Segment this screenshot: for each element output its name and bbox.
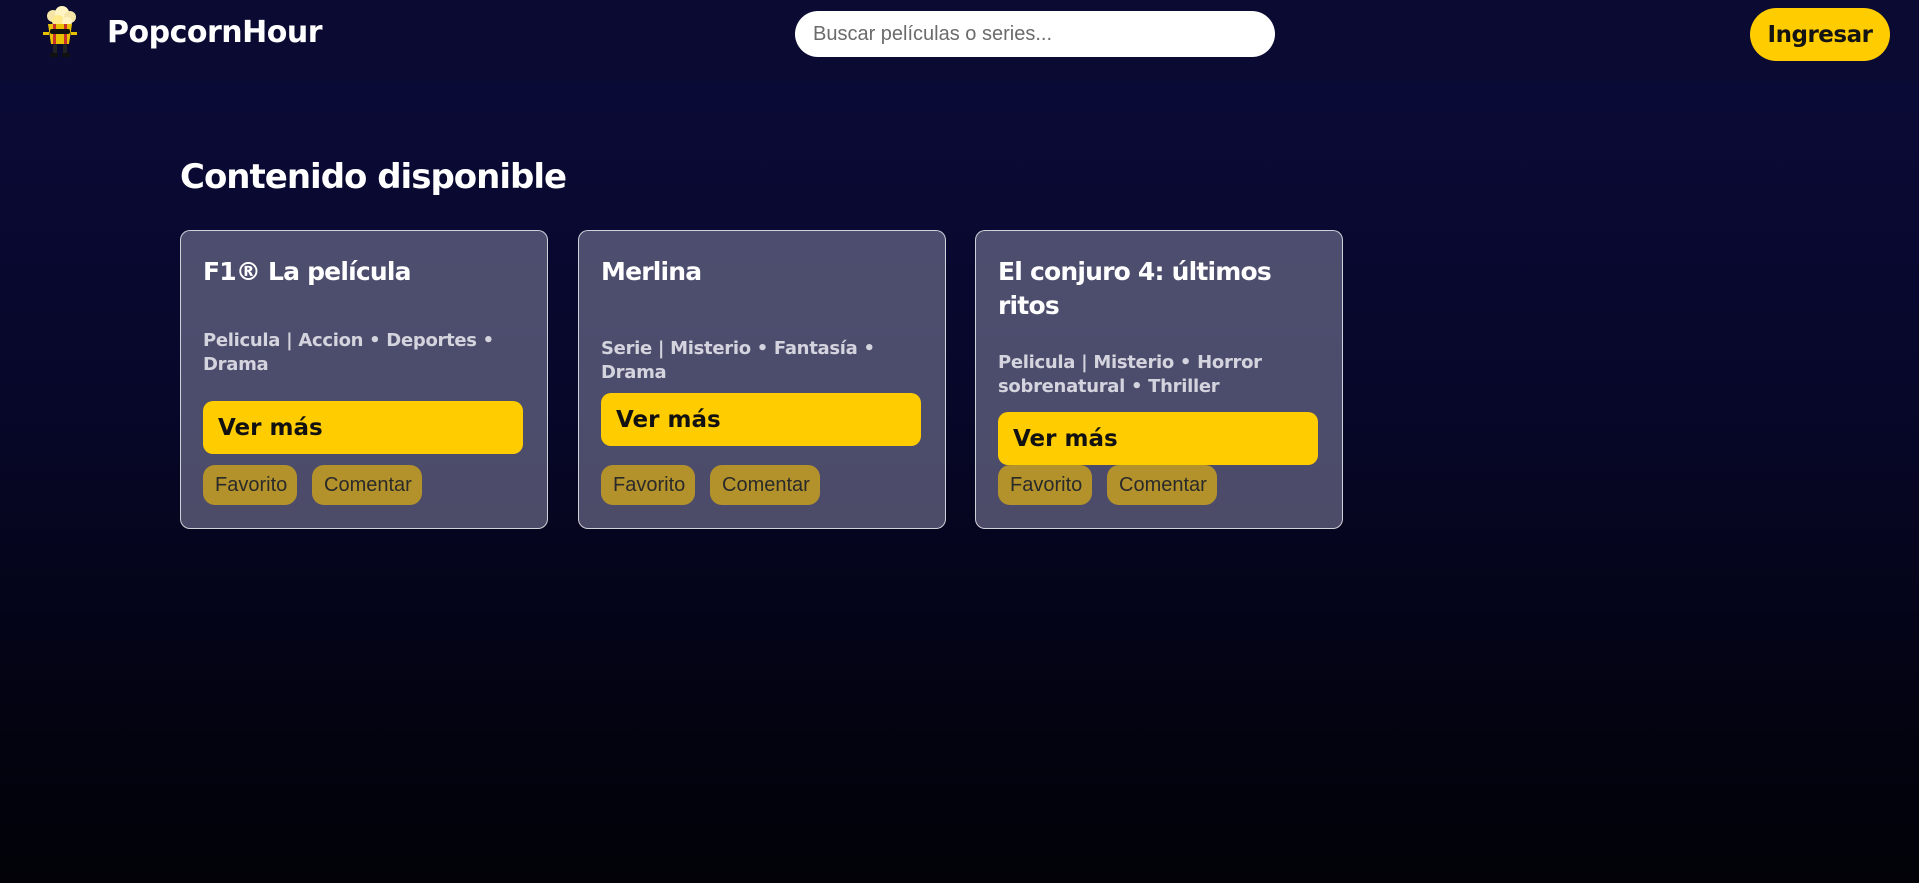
card-title: F1® La película (203, 257, 412, 286)
card-meta: Serie | Misterio • Fantasía • Drama (601, 338, 875, 383)
see-more-button[interactable]: Ver más (998, 412, 1318, 465)
card-title: El conjuro 4: últimos ritos (998, 257, 1272, 320)
comment-button[interactable]: Comentar (710, 465, 820, 505)
favorite-button[interactable]: Favorito (203, 465, 297, 505)
card-meta: Pelicula | Misterio • Horror sobrenatura… (998, 352, 1262, 397)
top-navbar: PopcornHour Ingresar (0, 0, 1919, 82)
section-title: Contenido disponible (180, 157, 567, 197)
comment-button[interactable]: Comentar (1107, 465, 1217, 505)
content-card: El conjuro 4: últimos ritos Pelicula | M… (975, 230, 1343, 529)
see-more-button[interactable]: Ver más (601, 393, 921, 446)
comment-button[interactable]: Comentar (312, 465, 422, 505)
favorite-button[interactable]: Favorito (601, 465, 695, 505)
see-more-button[interactable]: Ver más (203, 401, 523, 454)
card-title: Merlina (601, 257, 702, 286)
favorite-button[interactable]: Favorito (998, 465, 1092, 505)
brand-name[interactable]: PopcornHour (107, 15, 323, 50)
popcorn-mascot-icon[interactable] (38, 6, 82, 60)
card-meta: Pelicula | Accion • Deportes • Drama (203, 330, 494, 375)
content-card: Merlina Serie | Misterio • Fantasía • Dr… (578, 230, 946, 529)
search-input[interactable] (795, 11, 1275, 57)
login-button[interactable]: Ingresar (1750, 8, 1890, 61)
content-card: F1® La película Pelicula | Accion • Depo… (180, 230, 548, 529)
